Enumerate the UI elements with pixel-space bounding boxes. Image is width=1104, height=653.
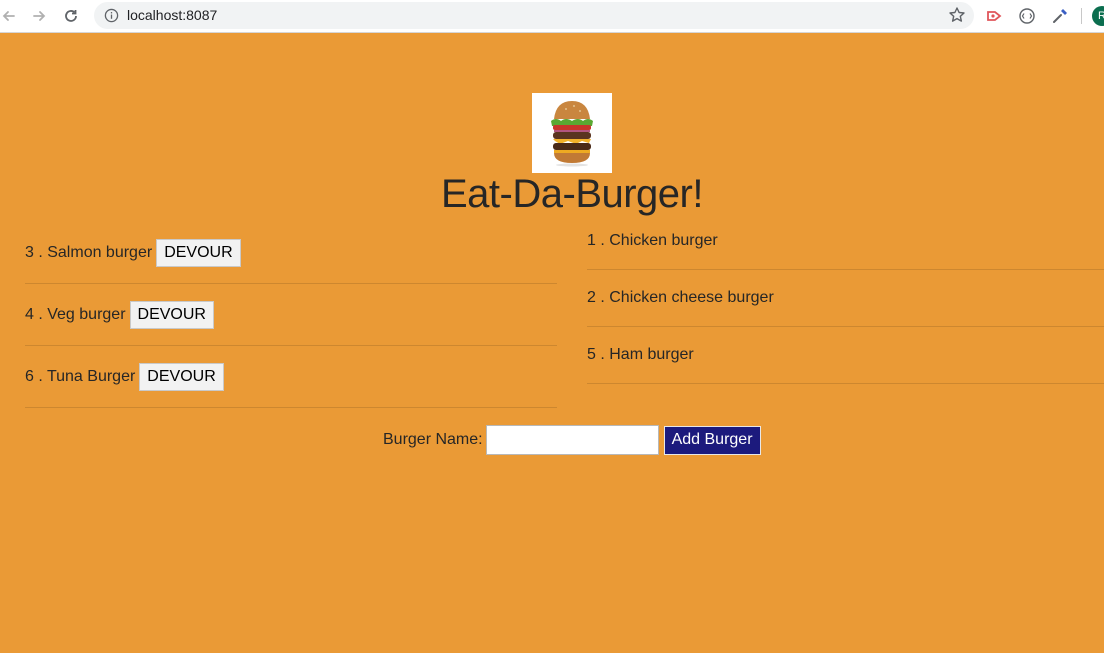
extension-cast-icon[interactable] [985, 6, 1005, 26]
burger-logo [532, 93, 612, 173]
burger-label: 6 . Tuna Burger [25, 367, 136, 385]
reload-icon [65, 10, 77, 22]
devour-button[interactable]: DEVOUR [139, 362, 224, 391]
devour-button[interactable]: DEVOUR [156, 238, 241, 267]
list-item: 4 . Veg burger DEVOUR [25, 284, 557, 346]
list-item: 1 . Chicken burger [587, 213, 1104, 270]
toolbar-divider [1081, 8, 1082, 24]
burger-label: 1 . Chicken burger [587, 232, 718, 249]
url-text: localhost:8087 [127, 7, 218, 23]
forward-button[interactable] [28, 5, 50, 27]
list-item: 3 . Salmon burger DEVOUR [25, 222, 557, 284]
burger-name-label: Burger Name: [383, 431, 483, 448]
burger-name-input[interactable] [485, 425, 659, 455]
bookmark-star-icon[interactable] [948, 6, 966, 24]
info-icon[interactable] [104, 8, 119, 23]
page-title: Eat-Da-Burger! [441, 172, 703, 216]
devoured-list: 1 . Chicken burger 2 . Chicken cheese bu… [587, 213, 1104, 384]
forward-arrow-icon [33, 11, 46, 21]
reload-button[interactable] [60, 5, 82, 27]
back-button[interactable] [0, 5, 20, 27]
profile-avatar[interactable]: R [1092, 6, 1104, 26]
list-item: 6 . Tuna Burger DEVOUR [25, 346, 557, 408]
eyedropper-icon[interactable] [1050, 6, 1070, 26]
add-burger-button[interactable]: Add Burger [663, 425, 761, 455]
address-bar[interactable]: localhost:8087 [94, 2, 974, 29]
extension-devtools-icon[interactable] [1017, 6, 1037, 26]
not-devoured-list: 3 . Salmon burger DEVOUR 4 . Veg burger … [25, 222, 557, 408]
burger-label: 3 . Salmon burger [25, 243, 153, 261]
list-item: 2 . Chicken cheese burger [587, 270, 1104, 327]
browser-toolbar: localhost:8087 R [0, 0, 1104, 33]
back-arrow-icon [2, 11, 15, 21]
list-item: 5 . Ham burger [587, 327, 1104, 384]
burger-label: 4 . Veg burger [25, 305, 126, 323]
burger-label: 5 . Ham burger [587, 346, 694, 363]
devour-button[interactable]: DEVOUR [129, 300, 214, 329]
add-burger-form: Burger Name: Add Burger [383, 425, 761, 455]
burger-image-icon [551, 101, 593, 167]
burger-label: 2 . Chicken cheese burger [587, 289, 774, 306]
